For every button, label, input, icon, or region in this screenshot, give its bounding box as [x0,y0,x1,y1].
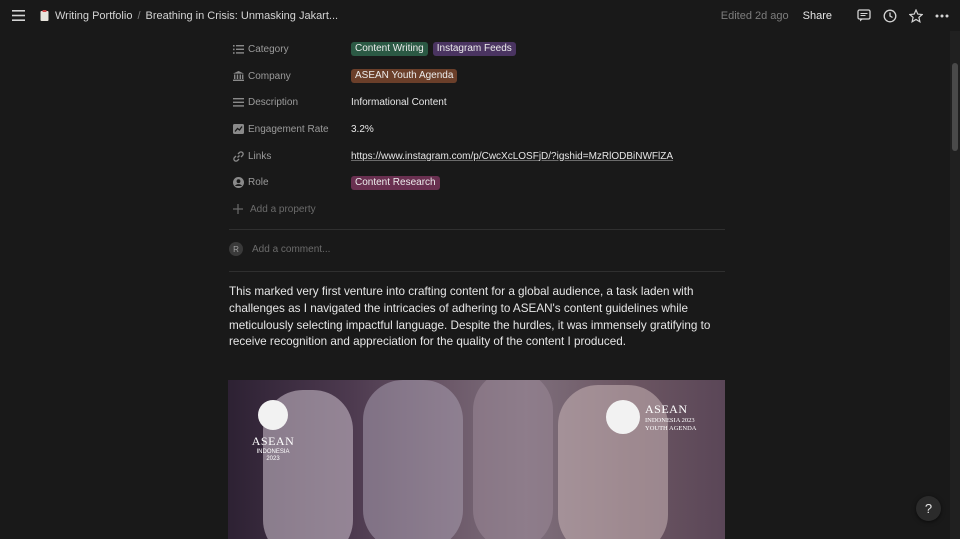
divider [229,229,725,230]
clock-icon[interactable] [882,8,898,24]
property-label: Description [248,97,299,109]
tag-content-writing[interactable]: Content Writing [351,42,428,57]
tag-instagram-feeds[interactable]: Instagram Feeds [432,42,516,57]
comment-icon[interactable] [856,8,872,24]
property-engagement-rate[interactable]: Engagement Rate 3.2% [229,116,729,143]
bank-icon [232,70,244,82]
property-links[interactable]: Links https://www.instagram.com/p/CwcXcL… [229,143,729,170]
plus-icon [232,203,244,215]
breadcrumb-separator: / [137,9,141,22]
avatar: R [229,242,243,256]
scrollbar-thumb[interactable] [952,63,958,151]
hero-image[interactable]: ASEAN INDONESIA 2023 ASEAN INDONESIA 202… [228,380,725,539]
instagram-link[interactable]: https://www.instagram.com/p/CwcXcLOSFjD/… [351,151,673,162]
body-paragraph[interactable]: This marked very first venture into craf… [229,284,725,351]
top-bar: Writing Portfolio / Breathing in Crisis:… [0,0,960,31]
text-lines-icon [232,97,244,109]
tag-content-research[interactable]: Content Research [351,175,440,190]
property-company[interactable]: Company ASEAN Youth Agenda [229,63,729,90]
property-label: Links [248,150,272,162]
help-button[interactable]: ? [916,496,941,521]
description-value[interactable]: Informational Content [351,97,447,108]
property-label: Engagement Rate [248,123,329,135]
comment-input[interactable]: Add a comment... [252,244,330,255]
properties-panel: Category Content Writing Instagram Feeds… [229,36,729,223]
page-title[interactable]: Breathing in Crisis: Unmasking Jakart... [146,10,339,22]
asean-emblem-icon [258,400,288,430]
tag-asean-youth-agenda[interactable]: ASEAN Youth Agenda [351,69,458,84]
more-icon[interactable] [934,8,950,24]
person-icon [232,177,244,189]
logo-title: ASEAN [251,434,295,448]
divider [229,271,725,272]
menu-icon[interactable] [9,7,27,25]
property-label: Role [248,177,269,189]
asean-emblem-icon [606,400,640,434]
breadcrumb-root[interactable]: Writing Portfolio [55,10,132,22]
scrollbar[interactable] [950,31,960,539]
comment-row[interactable]: R Add a comment... [229,242,330,256]
property-label: Company [248,70,291,82]
logo-title: ASEAN [645,401,688,416]
add-property-button[interactable]: Add a property [229,196,729,223]
edited-timestamp: Edited 2d ago [720,9,789,22]
property-label: Category [248,43,289,55]
property-role[interactable]: Role Content Research [229,169,729,196]
property-description[interactable]: Description Informational Content [229,89,729,116]
star-icon[interactable] [908,8,924,24]
clipboard-icon [39,10,49,22]
logo-line: INDONESIA [256,449,290,455]
chart-icon [232,123,244,135]
logo-line: 2023 [266,456,280,462]
list-icon [232,43,244,55]
asean-logo-left: ASEAN INDONESIA 2023 [250,400,296,463]
logo-line: INDONESIA 2023 [645,416,695,424]
share-button[interactable]: Share [803,10,832,22]
engagement-rate-value[interactable]: 3.2% [351,124,374,135]
property-category[interactable]: Category Content Writing Instagram Feeds [229,36,729,63]
logo-line: YOUTH AGENDA [645,424,697,432]
link-icon [232,150,244,162]
asean-logo-right: ASEAN INDONESIA 2023 YOUTH AGENDA [606,400,696,434]
add-property-label: Add a property [250,203,316,215]
